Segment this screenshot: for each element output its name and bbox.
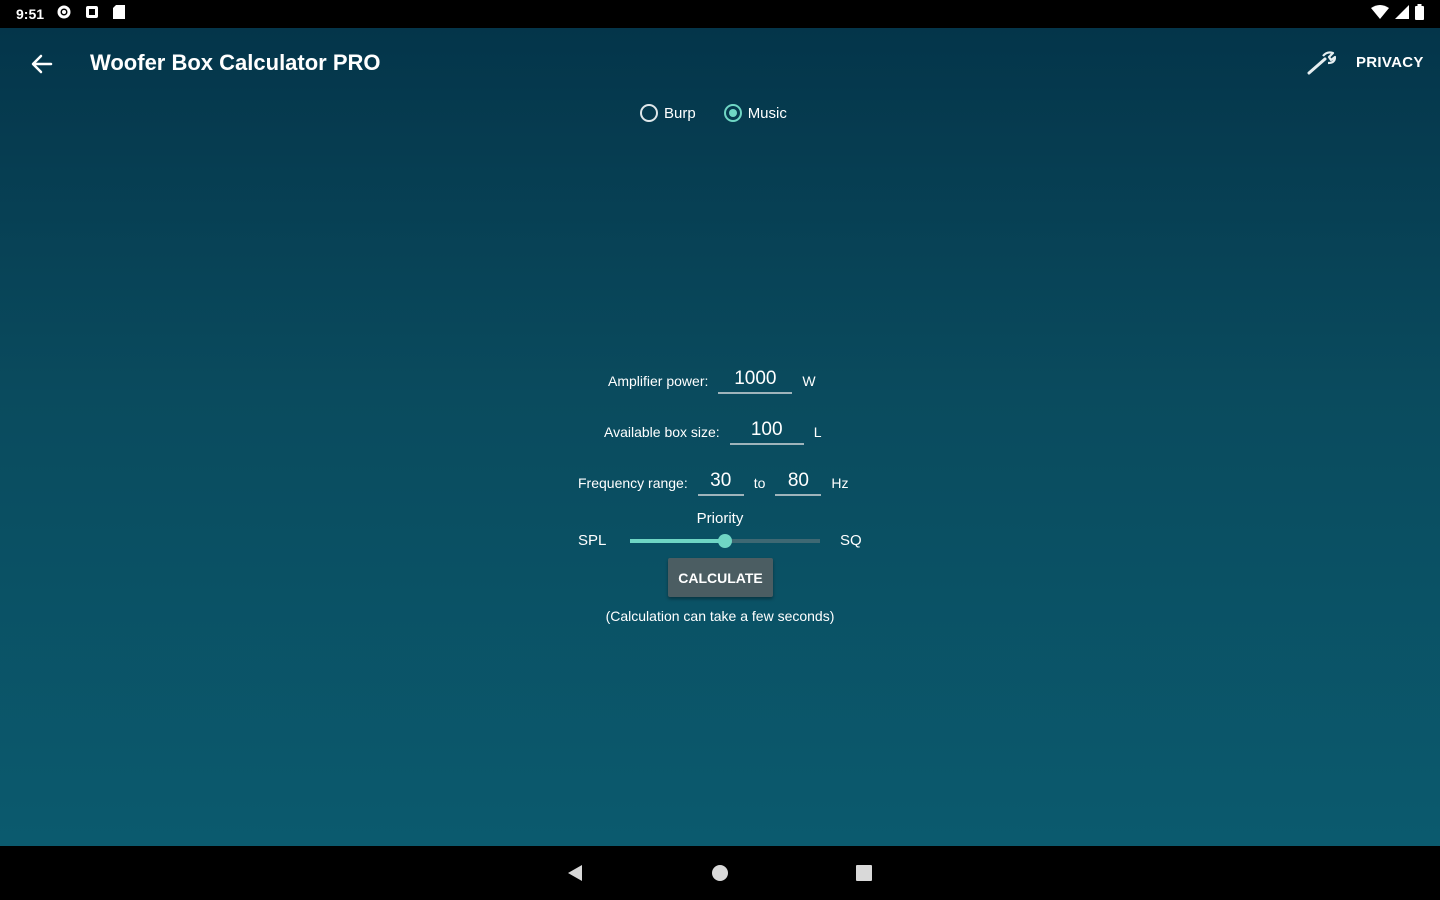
privacy-button[interactable]: PRIVACY: [1356, 54, 1424, 71]
recents-square-icon: [852, 865, 876, 889]
frequency-range-row: Frequency range: 30 to 80 Hz: [578, 470, 849, 496]
frequency-unit: Hz: [831, 475, 849, 491]
amplifier-power-unit: W: [802, 373, 816, 389]
back-triangle-icon: [564, 865, 588, 889]
radio-burp-circle: [640, 104, 658, 122]
nav-recents-button[interactable]: [852, 861, 876, 885]
radio-burp[interactable]: Burp: [640, 104, 696, 122]
radio-music-label: Music: [747, 104, 787, 122]
box-size-row: Available box size: 100 L: [604, 419, 822, 445]
box-size-input[interactable]: 100: [729, 419, 804, 445]
back-button[interactable]: [26, 50, 58, 82]
priority-sq-label: SQ: [840, 532, 862, 549]
calculate-button[interactable]: CALCULATE: [668, 558, 773, 597]
settings-button[interactable]: [1304, 48, 1338, 82]
priority-spl-label: SPL: [578, 532, 607, 549]
box-size-unit: L: [813, 424, 822, 440]
amplifier-power-row: Amplifier power: 1000 W: [608, 368, 816, 394]
arrow-back-icon: [31, 54, 53, 79]
app-bar: Woofer Box Calculator PRO PRIVACY: [0, 28, 1440, 100]
navigation-bar: [0, 846, 1440, 900]
mode-radio-group: Burp Music: [640, 104, 787, 122]
frequency-separator: to: [753, 475, 766, 491]
home-circle-icon: [708, 865, 732, 889]
sd-card-icon: [112, 4, 126, 25]
wifi-icon: [1371, 4, 1389, 24]
amplifier-power-input[interactable]: 1000: [718, 368, 793, 394]
wrench-icon: [1306, 50, 1337, 81]
app-title: Woofer Box Calculator PRO: [90, 50, 381, 75]
app-content: Woofer Box Calculator PRO PRIVACY Burp M…: [0, 28, 1440, 846]
priority-slider[interactable]: [630, 534, 820, 548]
radio-burp-label: Burp: [664, 104, 696, 122]
priority-slider-fill: [630, 539, 725, 543]
priority-slider-thumb[interactable]: [718, 534, 732, 548]
status-bar: 9:51: [0, 0, 1440, 28]
signal-icon: [1395, 4, 1409, 24]
calculation-note: (Calculation can take a few seconds): [605, 608, 835, 624]
radio-music[interactable]: Music: [723, 104, 787, 122]
nav-back-button[interactable]: [564, 861, 588, 885]
priority-slider-row: SPL SQ: [578, 530, 868, 552]
frequency-to-input[interactable]: 80: [775, 470, 822, 496]
status-time: 9:51: [16, 6, 45, 22]
frequency-range-label: Frequency range:: [578, 475, 688, 491]
notification-box-icon: [84, 4, 100, 25]
frequency-from-input[interactable]: 30: [697, 470, 744, 496]
battery-icon: [1415, 3, 1424, 25]
nav-home-button[interactable]: [708, 861, 732, 885]
box-size-label: Available box size:: [604, 424, 720, 440]
settings-status-icon: [56, 4, 72, 25]
amplifier-power-label: Amplifier power:: [608, 373, 709, 389]
radio-music-circle: [723, 104, 742, 122]
priority-label: Priority: [696, 510, 744, 527]
